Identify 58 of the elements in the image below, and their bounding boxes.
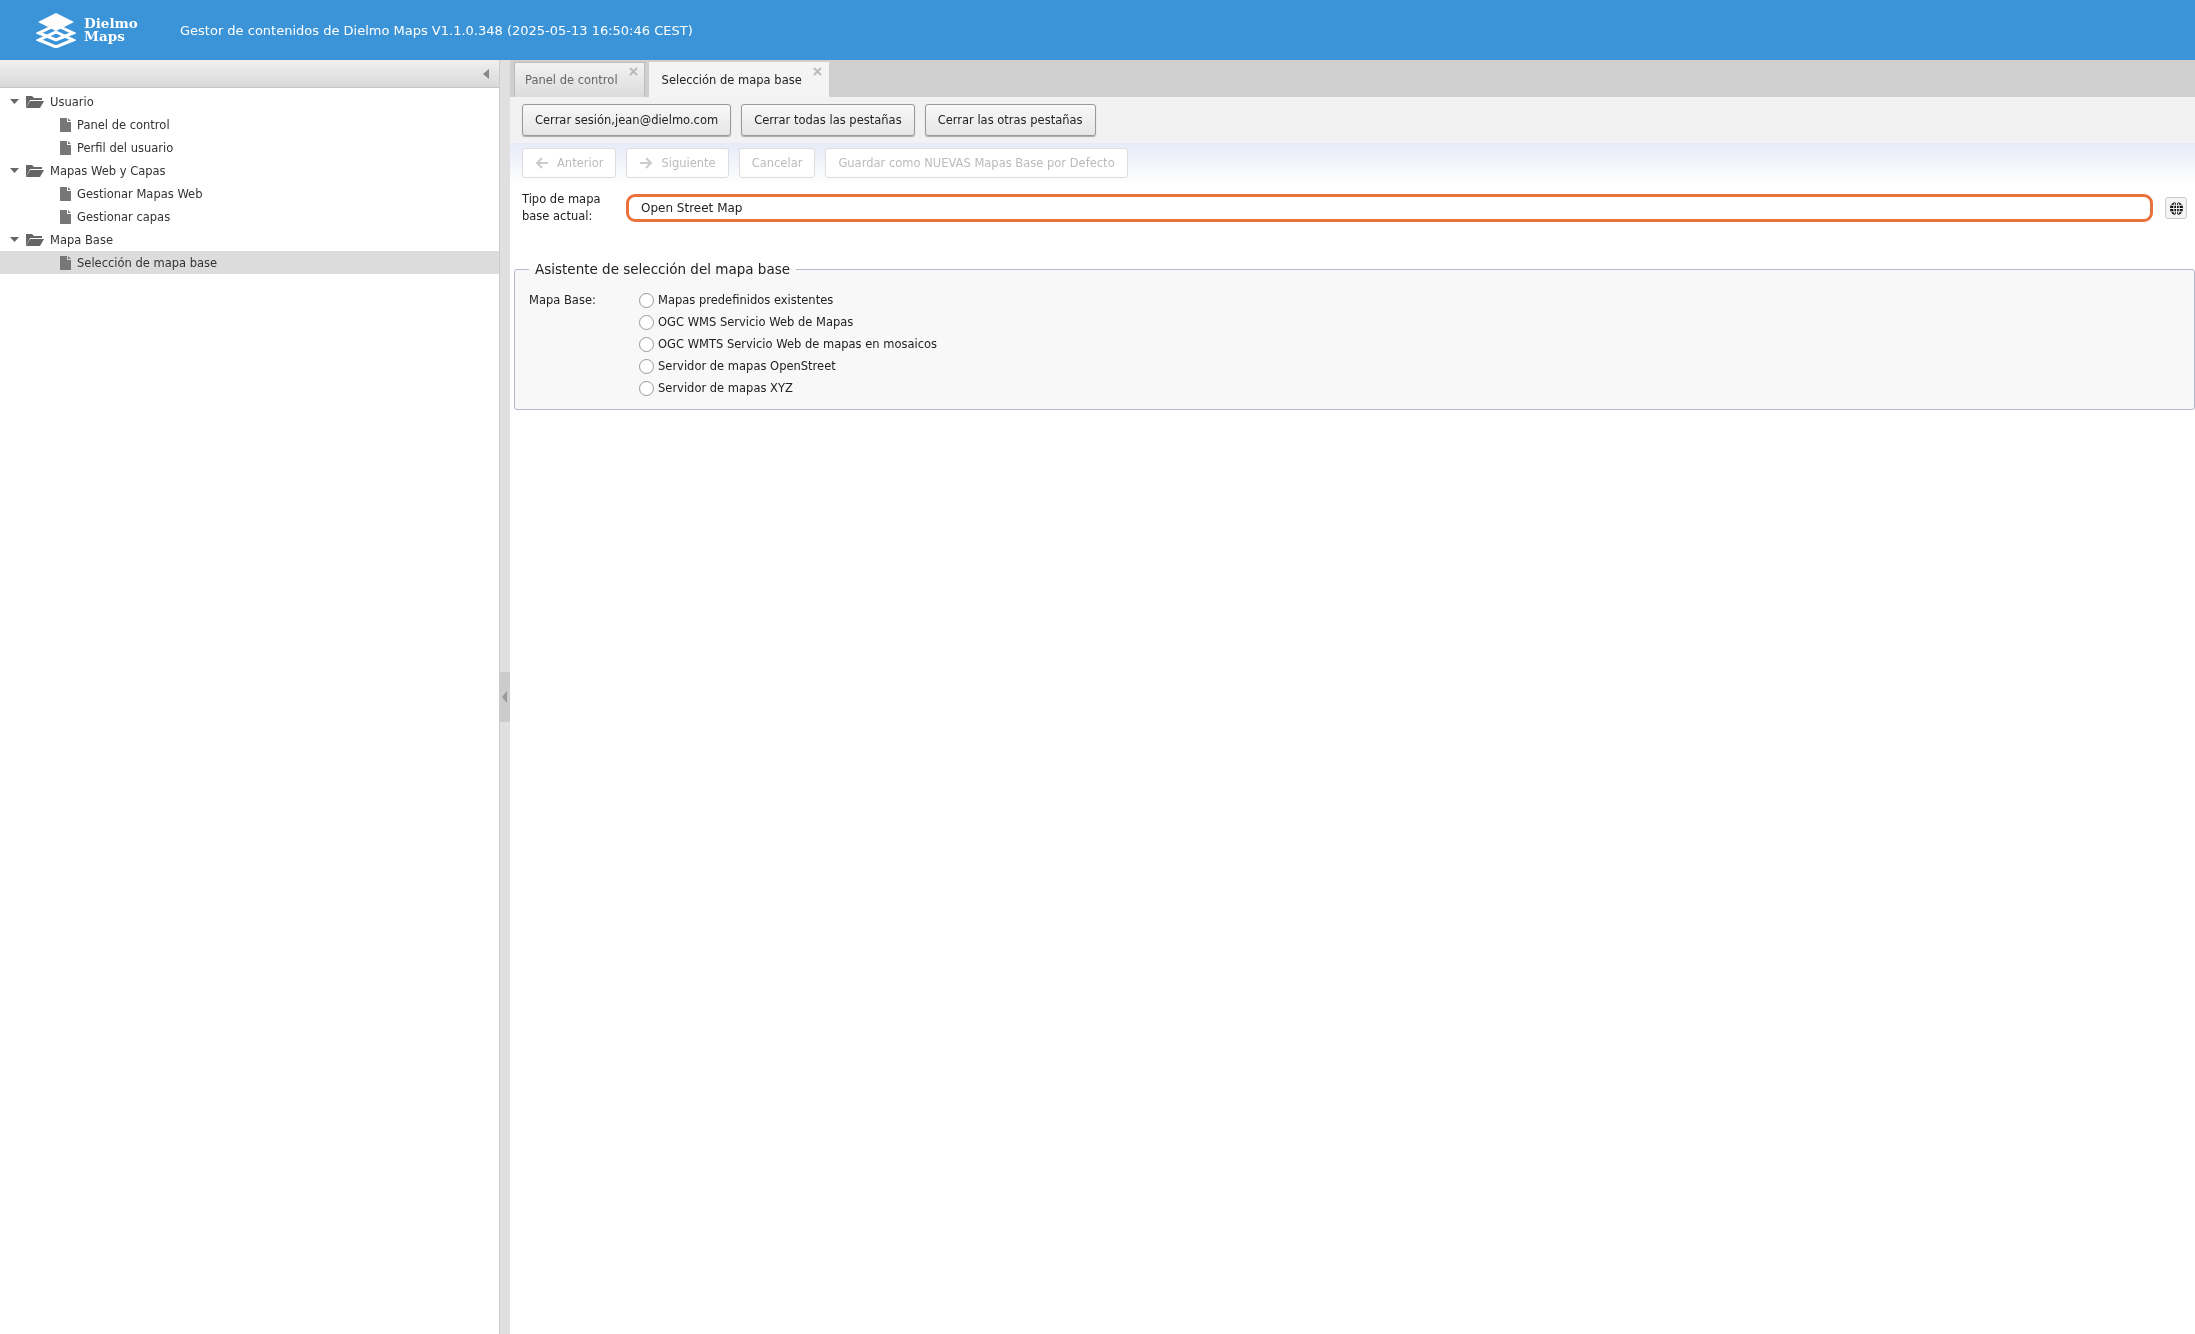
globe-button[interactable] (2165, 197, 2187, 219)
tree-label: Usuario (50, 94, 94, 109)
logo-text: Dielmo Maps (84, 17, 138, 43)
tree-label: Panel de control (77, 117, 170, 132)
caret-icon[interactable] (9, 166, 19, 175)
input-field[interactable]: Open Street Map (626, 194, 2153, 222)
collapse-arrow-icon[interactable] (483, 68, 489, 79)
tab-label: Selección de mapa base (661, 73, 802, 87)
tree-label: Selección de mapa base (77, 255, 218, 270)
toolbar-button[interactable]: Cerrar sesión,jean@dielmo.com (522, 104, 732, 136)
left-arrow-icon (535, 157, 549, 169)
toolbar-button[interactable]: Cerrar las otras pestañas (924, 104, 1096, 136)
folder-icon (26, 95, 44, 108)
field-label: Mapa Base: (529, 292, 597, 309)
radio-button[interactable] (639, 336, 654, 352)
tree-label: Perfil del usuario (77, 140, 174, 155)
tree-label: Gestionar capas (77, 209, 171, 224)
tab[interactable]: Panel de control (514, 62, 645, 97)
tree-item[interactable]: Mapa Base (0, 228, 499, 251)
folder-icon (26, 164, 44, 177)
radio-button[interactable] (639, 314, 654, 330)
field-label: Tipo de mapa base actual: (522, 191, 602, 225)
tree-item[interactable]: Mapas Web y Capas (0, 159, 499, 182)
layers-logo-icon (36, 12, 76, 48)
document-icon (60, 209, 71, 224)
section-title: Asistente de selección del mapa base (534, 261, 792, 277)
tree-item[interactable]: Gestionar Mapas Web (0, 182, 499, 205)
tree-item[interactable]: Gestionar capas (0, 205, 499, 228)
radio-label[interactable]: OGC WMTS Servicio Web de mapas en mosaicos (658, 337, 938, 351)
radio-button[interactable] (639, 358, 654, 374)
tree-item[interactable]: Selección de mapa base (0, 251, 499, 274)
close-icon[interactable] (628, 67, 638, 76)
tree-label: Mapas Web y Capas (50, 163, 166, 178)
radio-label[interactable]: Servidor de mapas XYZ (658, 381, 793, 395)
toolbar-button[interactable]: Cerrar todas las pestañas (741, 104, 915, 136)
app-title: Gestor de contenidos de Dielmo Maps V1.1.0.348 (2025-05-13 16:50:46 CEST) (180, 22, 693, 38)
right-arrow-icon (639, 157, 654, 169)
document-icon (60, 117, 71, 132)
tree-item[interactable]: Panel de control (0, 113, 499, 136)
radio-label[interactable]: Mapas predefinidos existentes (658, 293, 834, 307)
caret-icon[interactable] (9, 97, 19, 106)
caret-icon[interactable] (9, 235, 19, 244)
splitter-handle-icon[interactable] (500, 672, 510, 722)
radio-button[interactable] (639, 292, 654, 308)
radio-label[interactable]: Servidor de mapas OpenStreet (658, 359, 836, 373)
tree-label: Mapa Base (50, 232, 113, 247)
document-icon (60, 255, 71, 270)
tree-label: Gestionar Mapas Web (77, 186, 203, 201)
tree-item[interactable]: Perfil del usuario (0, 136, 499, 159)
radio-label[interactable]: OGC WMS Servicio Web de Mapas (658, 315, 854, 329)
document-icon (60, 186, 71, 201)
close-icon[interactable] (812, 67, 822, 76)
radio-button[interactable] (639, 380, 654, 396)
tree-item[interactable]: Usuario (0, 90, 499, 113)
folder-icon (26, 233, 44, 246)
tab[interactable]: Selección de mapa base (648, 62, 829, 97)
tab-label: Panel de control (525, 73, 618, 87)
document-icon (60, 140, 71, 155)
